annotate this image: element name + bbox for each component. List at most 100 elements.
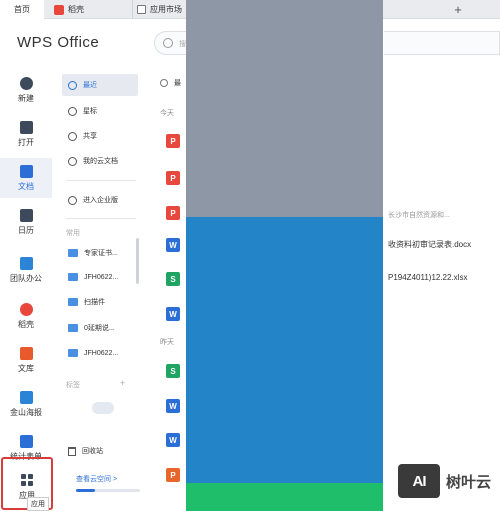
- sidebar-item-shared[interactable]: 共享: [62, 125, 138, 147]
- star-icon: [68, 106, 77, 116]
- document-icon: [19, 164, 33, 178]
- divider: [66, 218, 136, 219]
- sidebar-item-recent[interactable]: 最近: [62, 74, 138, 96]
- search-placeholder: 搜: [179, 41, 186, 48]
- nav-apps-button[interactable]: 应用 应用: [1, 457, 53, 511]
- nav-daoke[interactable]: 稻壳: [0, 296, 52, 336]
- common-item[interactable]: 专家证书...: [62, 242, 138, 264]
- sidebar-item-starred[interactable]: 星标: [62, 100, 138, 122]
- library-icon: [19, 346, 33, 360]
- redaction-block-gray: [186, 0, 383, 217]
- sidebar-item-my-cloud[interactable]: 我的云文档: [62, 150, 138, 172]
- add-tag-button[interactable]: +: [120, 378, 125, 388]
- apps-grid-icon: [21, 474, 33, 486]
- cloud-space-bar-fill: [76, 489, 96, 492]
- common-item-label: JFH0622...: [84, 273, 119, 281]
- nav-team[interactable]: 团队办公: [0, 250, 52, 290]
- clock-icon: [68, 80, 77, 90]
- nav-calendar[interactable]: 日历: [0, 202, 52, 242]
- enterprise-icon: [68, 195, 77, 205]
- common-item[interactable]: JFH0622...: [62, 266, 138, 288]
- sidebar-item-recent-label: 最近: [83, 82, 97, 89]
- common-section-heading: 常用: [66, 230, 80, 237]
- share-icon: [68, 131, 77, 141]
- common-item-label: 0延期说...: [84, 325, 115, 332]
- tags-section-heading: 标签: [66, 382, 80, 389]
- sidebar-item-recycle-label: 回收站: [82, 448, 103, 455]
- search-input-right[interactable]: [384, 31, 500, 55]
- pdf-file-icon: P: [166, 134, 180, 148]
- nav-library-label: 文库: [18, 363, 34, 373]
- calendar-icon: [19, 208, 33, 222]
- search-icon: [163, 38, 173, 48]
- word-file-icon: W: [166, 433, 180, 447]
- pdf-file-icon: P: [166, 171, 180, 185]
- nav-new-label: 新建: [18, 93, 34, 103]
- nav-calendar-label: 日历: [18, 225, 34, 235]
- word-file-icon: W: [166, 399, 180, 413]
- folder-open-icon: [19, 120, 33, 134]
- sidebar-item-enterprise[interactable]: 进入企业版: [62, 189, 138, 211]
- daoke-icon: [54, 4, 64, 15]
- file-name: 收资料初审记录表.docx: [388, 240, 472, 249]
- spreadsheet-file-icon: S: [166, 272, 180, 286]
- common-item-label: 扫描件: [84, 299, 105, 306]
- sidebar-item-starred-label: 星标: [83, 108, 97, 115]
- sidebar-scrollbar[interactable]: [136, 238, 139, 284]
- spreadsheet-file-icon: S: [166, 364, 180, 378]
- folder-icon: [68, 349, 78, 357]
- new-tab-button[interactable]: +: [448, 0, 468, 19]
- file-list-toolbar: 最: [160, 78, 181, 88]
- group-today: 今天: [160, 110, 174, 117]
- nav-documents-label: 文档: [18, 181, 34, 191]
- nav-poster[interactable]: 金山海报: [0, 384, 52, 424]
- watermark-logo: AI: [398, 464, 440, 498]
- nav-team-label: 团队办公: [10, 273, 42, 283]
- common-item[interactable]: 0延期说...: [62, 317, 138, 339]
- file-name: P194Z4011)12.22.xlsx: [388, 273, 468, 282]
- tab-app-market-label: 应用市场: [150, 5, 182, 14]
- refresh-icon[interactable]: [160, 79, 168, 87]
- trash-icon: [68, 446, 76, 456]
- form-icon: [19, 434, 33, 448]
- sidebar-item-shared-label: 共享: [83, 133, 97, 140]
- common-item[interactable]: JFH0622...: [62, 342, 138, 364]
- file-list-toolbar-label: 最: [174, 80, 181, 87]
- app-market-icon: [137, 5, 146, 14]
- sidebar-item-enterprise-label: 进入企业版: [83, 197, 118, 204]
- folder-icon: [68, 298, 78, 306]
- watermark: AI 树叶云: [398, 464, 491, 498]
- poster-icon: [19, 390, 33, 404]
- sidebar-item-recycle[interactable]: 回收站: [68, 446, 103, 456]
- cloud-space-bar: [76, 489, 140, 492]
- nav-poster-label: 金山海报: [10, 407, 42, 417]
- common-item-label: 专家证书...: [84, 250, 118, 257]
- view-cloud-space-link[interactable]: 查看云空间 >: [76, 474, 117, 484]
- tab-app-market[interactable]: 应用市场: [132, 0, 188, 19]
- presentation-file-icon: P: [166, 468, 180, 482]
- divider: [66, 180, 136, 181]
- word-file-icon: W: [166, 307, 180, 321]
- team-icon: [19, 256, 33, 270]
- tags-empty-illustration: [92, 402, 114, 414]
- folder-icon: [68, 273, 78, 281]
- nav-documents[interactable]: 文档: [0, 158, 52, 198]
- common-item[interactable]: 扫描件: [62, 291, 138, 313]
- cloud-icon: [68, 156, 77, 166]
- apps-tooltip: 应用: [27, 497, 49, 511]
- folder-icon: [68, 324, 78, 332]
- nav-open[interactable]: 打开: [0, 114, 52, 154]
- tab-daoke-label: 稻壳: [68, 5, 84, 14]
- nav-new[interactable]: 新建: [0, 70, 52, 110]
- left-nav: 新建 打开 文档 日历 团队办公 稻壳 文库 金山海报 统计表单: [0, 70, 52, 511]
- tab-home-label: 首页: [14, 5, 30, 14]
- nav-daoke-label: 稻壳: [18, 319, 34, 329]
- nav-open-label: 打开: [18, 137, 34, 147]
- tab-daoke[interactable]: 稻壳: [48, 0, 128, 19]
- nav-library[interactable]: 文库: [0, 340, 52, 380]
- redaction-block-green: [186, 483, 383, 511]
- word-file-icon: W: [166, 238, 180, 252]
- pdf-file-icon: P: [166, 206, 180, 220]
- wps-logo: WPS Office: [17, 34, 100, 51]
- tab-home[interactable]: 首页: [0, 0, 44, 19]
